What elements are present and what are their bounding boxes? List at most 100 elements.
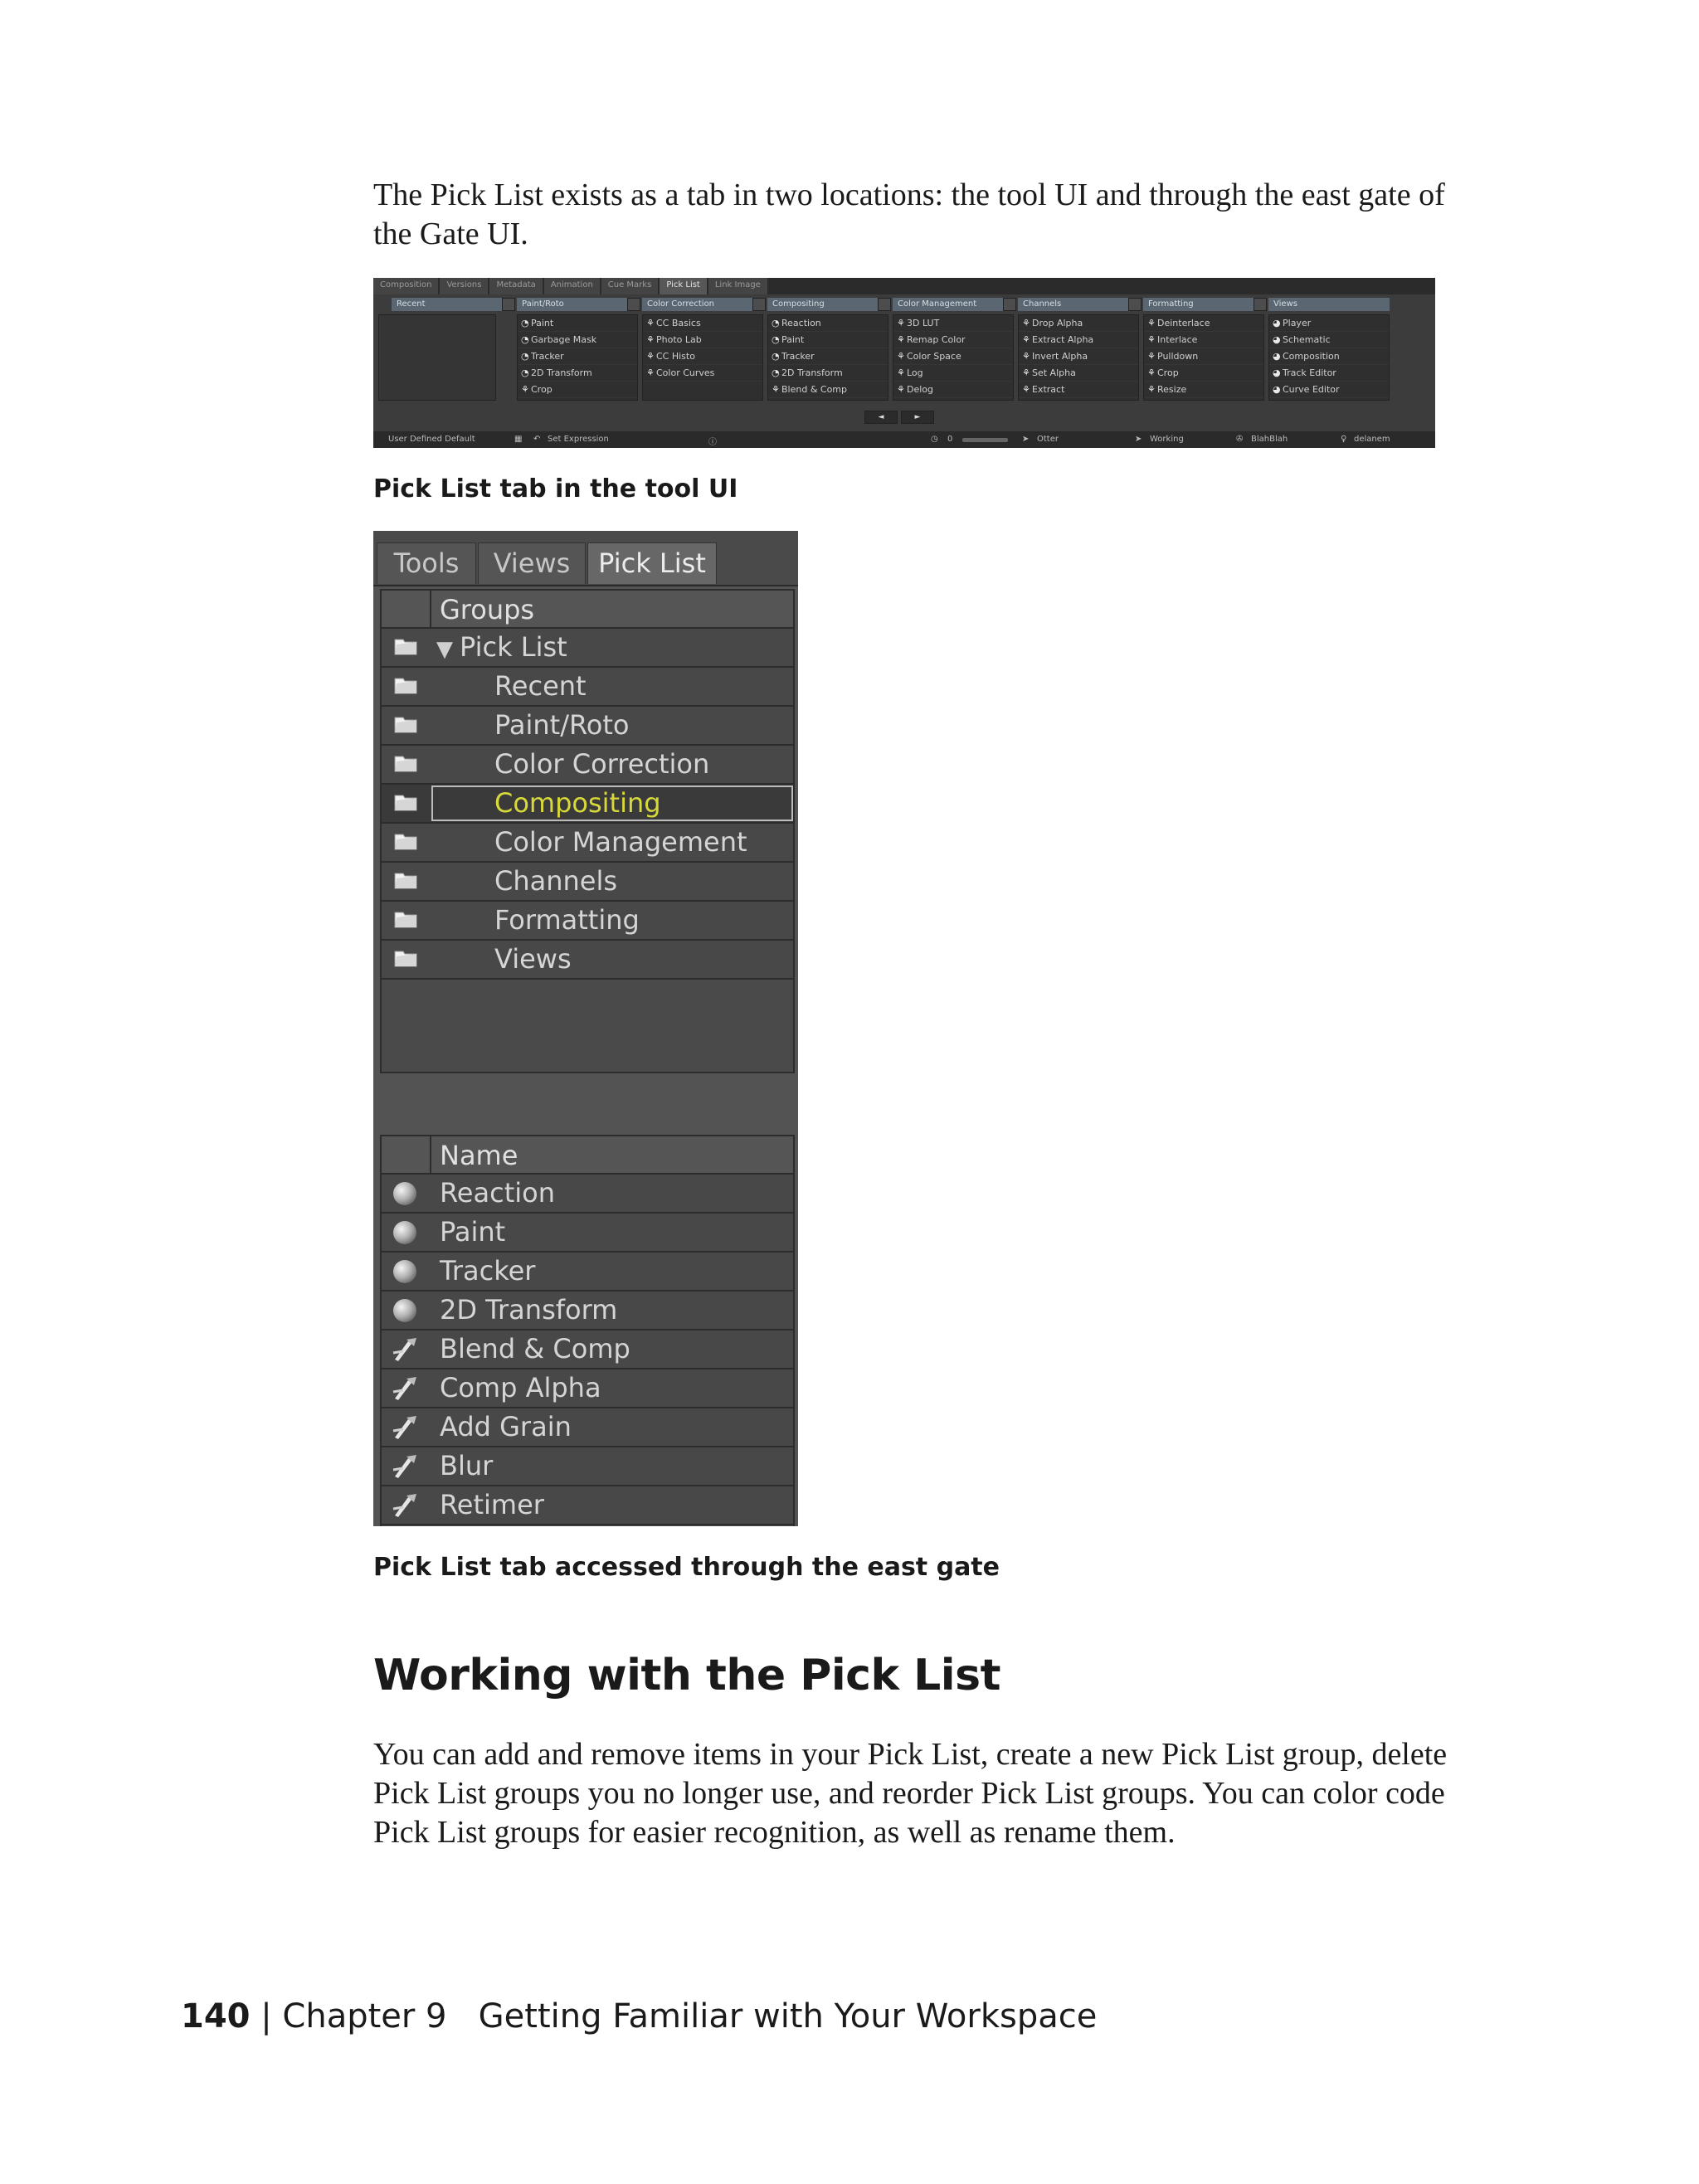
column-checkbox[interactable] — [1003, 298, 1016, 311]
name-row[interactable]: 2D Transform — [382, 1291, 793, 1330]
list-item[interactable]: ◕ Player — [1269, 315, 1389, 332]
status-expression[interactable]: Set Expression — [548, 435, 609, 444]
status-project[interactable]: BlahBlah — [1251, 435, 1288, 444]
name-row[interactable]: Blur — [382, 1447, 793, 1486]
tab-views[interactable]: Views — [478, 542, 586, 584]
tab-metadata[interactable]: Metadata — [489, 278, 543, 294]
list-item[interactable]: ◔ Paint — [518, 315, 637, 332]
scroll-right-button[interactable]: ► — [901, 411, 934, 424]
list-item[interactable]: ⚘ Invert Alpha — [1019, 348, 1138, 365]
list-item[interactable]: ⚘ Color Curves — [643, 365, 762, 382]
tab-cue-marks[interactable]: Cue Marks — [601, 278, 659, 294]
column-checkbox[interactable] — [627, 298, 640, 311]
group-name: Paint/Roto — [494, 709, 630, 741]
list-item[interactable]: ⚘ Pulldown — [1144, 348, 1263, 365]
list-item[interactable]: ⚘ Deinterlace — [1144, 315, 1263, 332]
group-row[interactable]: Channels — [382, 863, 793, 902]
tab-link-image[interactable]: Link Image — [708, 278, 767, 294]
list-item[interactable]: ◔ Tracker — [768, 348, 888, 365]
list-item[interactable]: ⚘ Log — [893, 365, 1013, 382]
status-default[interactable]: User Defined Default — [388, 435, 475, 444]
expand-triangle-icon[interactable]: ▼ — [436, 637, 453, 662]
column-header[interactable]: Color Management — [893, 298, 1014, 311]
column-header[interactable]: Views — [1268, 298, 1390, 311]
list-item[interactable]: ⚘Comp Alpha — [768, 398, 888, 400]
groups-header[interactable]: Groups — [382, 591, 793, 629]
column-checkbox[interactable] — [1128, 298, 1142, 311]
list-item[interactable]: ⚘ Extract — [1019, 382, 1138, 398]
list-item[interactable]: ⚘ Set Alpha — [1019, 365, 1138, 382]
column-header[interactable]: Channels — [1018, 298, 1139, 311]
list-item[interactable]: ⚘ Remap Color — [893, 332, 1013, 348]
list-item[interactable]: ⚘ Resize — [1144, 382, 1263, 398]
tool-icon: ◔ — [772, 351, 780, 362]
tab-versions[interactable]: Versions — [440, 278, 489, 294]
status-user[interactable]: delanem — [1354, 435, 1390, 444]
group-row[interactable]: Compositing — [382, 785, 793, 824]
tab-pick-list[interactable]: Pick List — [660, 278, 707, 294]
list-item[interactable]: ⚘Remove Grain — [518, 398, 637, 400]
scroll-left-button[interactable]: ◄ — [864, 411, 898, 424]
list-item[interactable]: ⚘ Blend & Comp — [768, 382, 888, 398]
group-row[interactable]: Color Correction — [382, 746, 793, 785]
list-item[interactable]: ⚘Restore — [1019, 398, 1138, 400]
column-header[interactable]: Compositing — [767, 298, 888, 311]
column-header[interactable]: Paint/Roto — [517, 298, 638, 311]
list-item[interactable]: ⚘ Crop — [518, 382, 637, 398]
name-row[interactable]: Paint — [382, 1214, 793, 1253]
tab-composition[interactable]: Composition — [373, 278, 439, 294]
group-row[interactable]: Formatting — [382, 902, 793, 941]
tab-animation[interactable]: Animation — [543, 278, 600, 294]
group-row[interactable]: Views — [382, 941, 793, 980]
list-item[interactable]: ⚘ 3D LUT — [893, 315, 1013, 332]
name-row[interactable]: Tracker — [382, 1253, 793, 1291]
column-checkbox[interactable] — [502, 298, 515, 311]
name-row[interactable]: Retimer — [382, 1486, 793, 1525]
list-item[interactable]: ⚘ Crop — [1144, 365, 1263, 382]
list-item[interactable]: ◔ 2D Transform — [518, 365, 637, 382]
value-slider[interactable] — [962, 438, 1008, 442]
list-item[interactable]: ⚘ Drop Alpha — [1019, 315, 1138, 332]
name-row[interactable]: Reaction — [382, 1175, 793, 1214]
list-item[interactable]: ⚘ Delog — [893, 382, 1013, 398]
column-header[interactable]: Recent — [392, 298, 513, 311]
list-item[interactable]: ⚘Out of Range — [893, 398, 1013, 400]
list-item[interactable]: ⚘ CC Basics — [643, 315, 762, 332]
tab-tools[interactable]: Tools — [377, 542, 476, 584]
group-row[interactable]: ▼ Pick List — [382, 629, 793, 668]
name-header[interactable]: Name — [382, 1136, 793, 1175]
list-item[interactable]: ⚘ CC Histo — [643, 348, 762, 365]
name-row[interactable]: Blend & Comp — [382, 1330, 793, 1369]
list-item-label: Reaction — [781, 318, 821, 328]
group-row[interactable]: Recent — [382, 668, 793, 707]
name-row[interactable]: Add Grain — [382, 1408, 793, 1447]
grid-icon[interactable]: ▦ — [514, 435, 522, 444]
list-item[interactable]: ⚘ Interlace — [1144, 332, 1263, 348]
status-working[interactable]: Working — [1150, 435, 1184, 444]
column-checkbox[interactable] — [1254, 298, 1267, 311]
list-item[interactable]: ⚘ Photo Lab — [643, 332, 762, 348]
column-header[interactable]: Formatting — [1143, 298, 1264, 311]
list-item[interactable]: ◕ Composition — [1269, 348, 1389, 365]
list-item[interactable]: ◔ Tracker — [518, 348, 637, 365]
effect-wand-icon — [392, 1338, 416, 1361]
tab-pick-list[interactable]: Pick List — [587, 542, 717, 584]
list-item[interactable]: ⚘ Color Space — [893, 348, 1013, 365]
list-item[interactable]: ◔ Garbage Mask — [518, 332, 637, 348]
list-item[interactable]: ◔ Reaction — [768, 315, 888, 332]
folder-icon — [394, 795, 417, 811]
list-item[interactable]: ◕ Track Editor — [1269, 365, 1389, 382]
column-header[interactable]: Color Correction — [642, 298, 763, 311]
list-item[interactable]: ◔ 2D Transform — [768, 365, 888, 382]
status-otter[interactable]: Otter — [1037, 435, 1059, 444]
group-row[interactable]: Color Management — [382, 824, 793, 863]
group-row[interactable]: Paint/Roto — [382, 707, 793, 746]
list-item[interactable]: ◕ Curve Editor — [1269, 382, 1389, 398]
name-row[interactable]: Comp Alpha — [382, 1369, 793, 1408]
list-item[interactable]: ⚘ Extract Alpha — [1019, 332, 1138, 348]
column-checkbox[interactable] — [878, 298, 891, 311]
list-item[interactable]: ◔ Paint — [768, 332, 888, 348]
info-icon[interactable]: ⓘ — [708, 435, 717, 447]
column-checkbox[interactable] — [752, 298, 766, 311]
list-item[interactable]: ◕ Schematic — [1269, 332, 1389, 348]
